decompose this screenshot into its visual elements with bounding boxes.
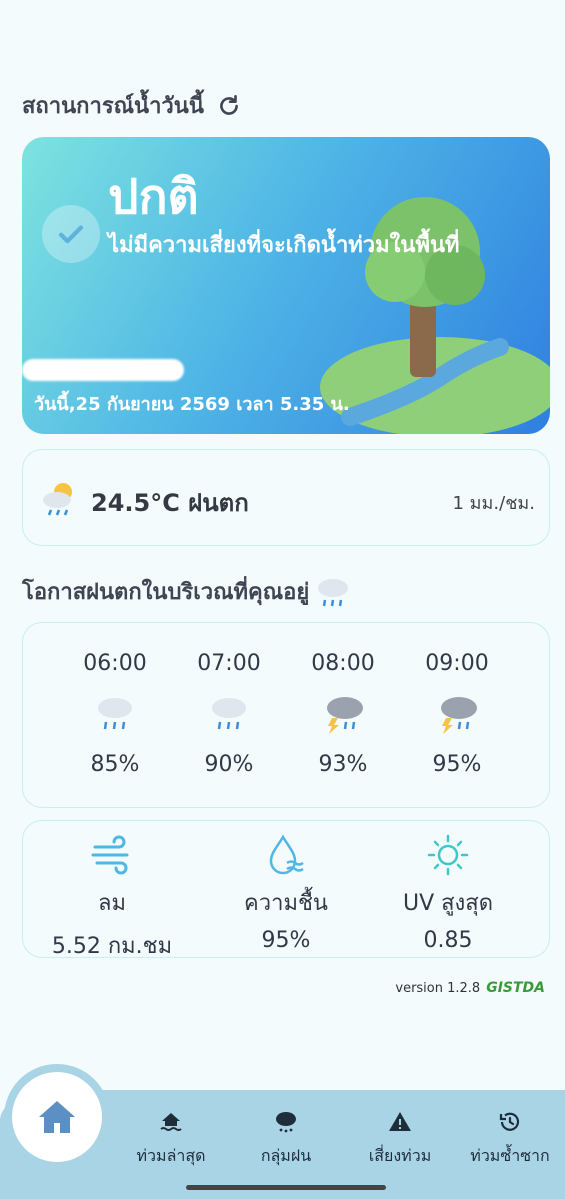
forecast-time: 06:00 [83, 651, 147, 676]
metric-humidity: ความชื้น 95% [201, 833, 371, 953]
forecast-item: 07:00 90% [179, 651, 279, 777]
thunderstorm-icon [441, 697, 477, 734]
nav-label: กลุ่มฝน [260, 1146, 312, 1165]
flood-status-card[interactable]: ปกติ ไม่มีความเสี่ยงที่จะเกิดน้ำท่วมในพื… [22, 137, 550, 434]
rain-cloud-icon [212, 698, 246, 730]
metric-label: ลม [98, 891, 126, 916]
warning-icon [389, 1112, 411, 1131]
hourly-forecast-card: 06:00 85% 07:00 90% 08:00 93% 09:00 95% [22, 622, 550, 808]
rain-rate: 1 มม./ชม. [452, 493, 536, 514]
rain-cloud-icon [98, 698, 132, 730]
rain-chance-title: โอกาสฝนตกในบริเวณที่คุณอยู่ [22, 574, 351, 609]
version-text: version 1.2.8 [395, 980, 481, 996]
rain-cloud-icon [318, 578, 349, 606]
app-version: version 1.2.8 GISTDA [395, 980, 545, 996]
forecast-chance: 85% [90, 752, 140, 777]
nav-item-repeated-flood[interactable]: ท่วมซ้ำซาก [455, 1110, 565, 1169]
home-button[interactable] [12, 1072, 102, 1162]
humidity-icon [269, 834, 304, 875]
gistda-logo: GISTDA [486, 980, 545, 996]
status-description: ไม่มีความเสี่ยงที่จะเกิดน้ำท่วมในพื้นที่ [108, 233, 460, 258]
history-icon [499, 1112, 520, 1131]
sun-icon [427, 834, 469, 876]
nav-label: เสี่ยงท่วม [368, 1146, 432, 1165]
metric-label: ความชื้น [244, 891, 328, 916]
status-date-time: วันนี้,25 กันยายน 2569 เวลา 5.35 น. [34, 394, 350, 415]
metric-wind: ลม 5.52 กม.ชม [27, 833, 197, 963]
home-icon [39, 1101, 75, 1133]
nav-item-rain-cluster[interactable]: กลุ่มฝน [231, 1110, 341, 1169]
nav-label: ท่วมซ้ำซาก [470, 1146, 550, 1165]
weather-temperature: 24.5°C ฝนตก [91, 489, 249, 517]
metric-value: 95% [261, 928, 311, 953]
redacted-location [22, 359, 184, 381]
water-situation-title-text: สถานการณ์น้ำวันนี้ [22, 94, 204, 119]
flood-house-icon [160, 1113, 182, 1131]
metric-uv: UV สูงสุด 0.85 [363, 833, 533, 953]
wind-icon [91, 835, 129, 875]
water-situation-title: สถานการณ์น้ำวันนี้ [22, 88, 242, 123]
nav-label: ท่วมล่าสุด [136, 1146, 206, 1165]
forecast-chance: 93% [318, 752, 368, 777]
forecast-time: 09:00 [425, 651, 489, 676]
nav-item-flood-risk[interactable]: เสี่ยงท่วม [345, 1110, 455, 1169]
forecast-time: 07:00 [197, 651, 261, 676]
forecast-item: 09:00 95% [407, 651, 507, 777]
thunderstorm-icon [327, 697, 363, 734]
metric-value: 5.52 กม.ชม [51, 934, 173, 959]
forecast-chance: 90% [204, 752, 254, 777]
metric-value: 0.85 [423, 928, 473, 953]
forecast-item: 08:00 93% [293, 651, 393, 777]
weather-metrics-card: ลม 5.52 กม.ชม ความชื้น 95% UV สูงสุด 0.8… [22, 820, 550, 959]
nav-item-latest-flood[interactable]: ท่วมล่าสุด [116, 1110, 226, 1169]
status-label: ปกติ [108, 169, 199, 225]
rain-cloud-icon [276, 1112, 296, 1133]
forecast-chance: 95% [432, 752, 482, 777]
sun-rain-cloud-icon [43, 483, 72, 516]
forecast-time: 08:00 [311, 651, 375, 676]
check-icon [42, 205, 100, 263]
current-weather-card: 24.5°C ฝนตก 1 มม./ชม. [22, 449, 550, 546]
forecast-item: 06:00 85% [65, 651, 165, 777]
home-indicator[interactable] [186, 1185, 386, 1190]
metric-label: UV สูงสุด [402, 891, 494, 916]
rain-chance-title-text: โอกาสฝนตกในบริเวณที่คุณอยู่ [22, 580, 310, 605]
refresh-icon[interactable] [216, 93, 242, 119]
